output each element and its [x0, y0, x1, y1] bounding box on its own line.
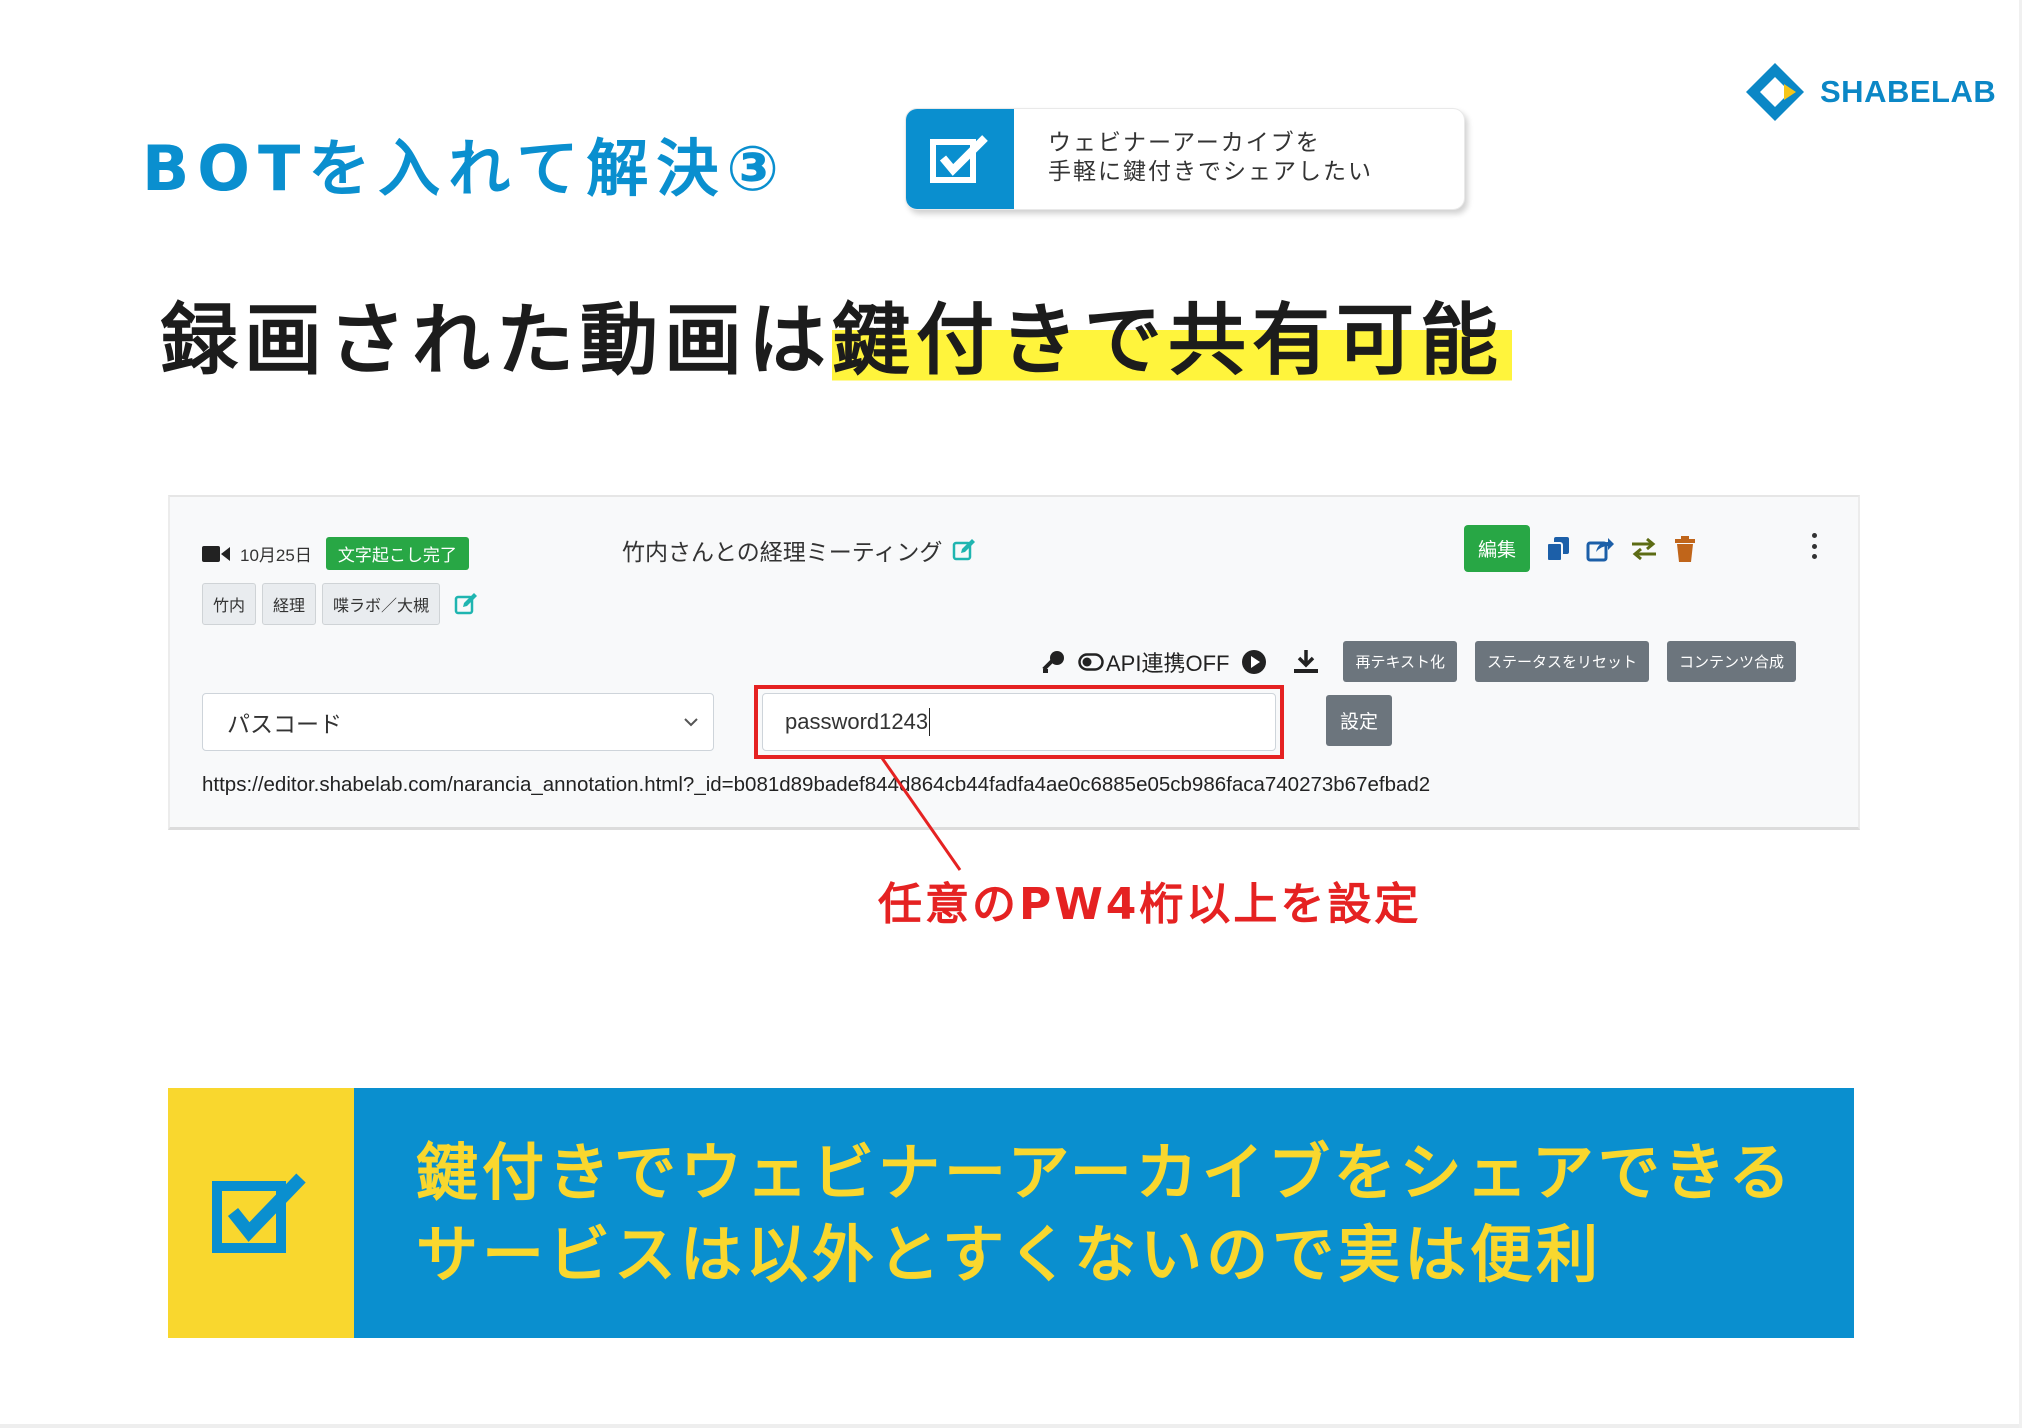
retext-button[interactable]: 再テキスト化	[1343, 641, 1458, 682]
toggle-icon[interactable]	[1078, 652, 1104, 671]
logo-diamond-icon	[1746, 63, 1804, 121]
meeting-title: 竹内さんとの経理ミーティング	[622, 533, 976, 567]
password-value: password1243	[785, 709, 929, 734]
banner-icon-cell	[168, 1088, 354, 1338]
video-camera-icon	[202, 545, 230, 562]
share-icon[interactable]	[1586, 536, 1615, 562]
tag-list: 竹内 経理 喋ラボ／大槻	[202, 583, 478, 625]
tag-line-1: ウェビナーアーカイブを	[1048, 130, 1321, 156]
status-badge: 文字起こし完了	[325, 537, 469, 570]
api-toggle-label: API連携OFF	[1106, 650, 1230, 676]
checkbox-icon	[212, 1173, 306, 1253]
banner-text: 鍵付きでウェビナーアーカイブをシェアできる サービスは以外とすくないので実は便利	[354, 1088, 1854, 1338]
play-icon[interactable]	[1241, 649, 1267, 675]
edit-button[interactable]: 編集	[1464, 525, 1531, 572]
share-mode-select[interactable]: パスコード	[202, 693, 714, 751]
callout-text: 任意のPW4桁以上を設定	[878, 879, 1422, 930]
banner-line-1: 鍵付きでウェビナーアーカイブをシェアできる	[416, 1136, 1795, 1209]
summary-banner: 鍵付きでウェビナーアーカイブをシェアできる サービスは以外とすくないので実は便利	[168, 1088, 1854, 1338]
recording-actions: 編集	[1464, 525, 1696, 572]
key-icon	[1042, 650, 1064, 673]
topic-tag: ウェビナーアーカイブを 手軽に鍵付きでシェアしたい	[905, 108, 1465, 210]
slide: SHABELAB BOTを入れて解決③ ウェビナーアーカイブを 手軽に鍵付きでシ…	[0, 0, 2022, 1428]
recording-meta: 10月25日 文字起こし完了	[202, 537, 469, 570]
trash-icon[interactable]	[1674, 535, 1696, 562]
text-caret	[929, 708, 931, 736]
compose-content-button[interactable]: コンテンツ合成	[1667, 641, 1797, 682]
meeting-title-text: 竹内さんとの経理ミーティング	[622, 539, 943, 565]
edit-tags-icon[interactable]	[454, 592, 478, 616]
password-input[interactable]: password1243	[762, 693, 1276, 751]
headline: 録画された動画は鍵付きで共有可能	[160, 278, 1513, 390]
brand-logo: SHABELAB	[1740, 58, 1996, 126]
slide-bottom-rule	[0, 1424, 2022, 1428]
copy-icon[interactable]	[1546, 536, 1570, 562]
headline-plain: 録画された動画は	[160, 296, 833, 386]
swap-icon[interactable]	[1630, 537, 1658, 561]
edit-title-icon[interactable]	[952, 538, 976, 562]
banner-line-2: サービスは以外とすくないので実は便利	[416, 1218, 1603, 1291]
recording-date: 10月25日	[240, 546, 312, 565]
more-vertical-icon[interactable]	[1810, 533, 1818, 559]
tag-icon-cell	[906, 109, 1014, 209]
tag-chip[interactable]: 喋ラボ／大槻	[322, 583, 441, 625]
download-icon[interactable]	[1291, 648, 1321, 676]
reset-status-button[interactable]: ステータスをリセット	[1475, 641, 1650, 682]
api-toggle[interactable]: API連携OFF	[1078, 646, 1229, 678]
section-title: BOTを入れて解決③	[142, 132, 787, 205]
headline-highlight: 鍵付きで共有可能	[832, 296, 1513, 386]
checkbox-icon	[930, 135, 988, 183]
share-mode-value: パスコード	[227, 711, 342, 737]
tag-chip[interactable]: 竹内	[202, 583, 257, 625]
tag-text: ウェビナーアーカイブを 手軽に鍵付きでシェアしたい	[1014, 109, 1373, 209]
recording-toolbar: API連携OFF 再テキスト化 ステータスをリセット コンテンツ合成	[1040, 641, 1797, 682]
share-url[interactable]: https://editor.shabelab.com/narancia_ann…	[202, 773, 1430, 797]
tag-line-2: 手軽に鍵付きでシェアしたい	[1048, 159, 1373, 185]
logo-text: SHABELAB	[1820, 74, 1997, 109]
recording-card: 10月25日 文字起こし完了 竹内さんとの経理ミーティング 竹内 経理 喋ラボ／…	[168, 495, 1860, 830]
chevron-down-icon	[684, 718, 698, 727]
tag-chip[interactable]: 経理	[262, 583, 317, 625]
set-password-button[interactable]: 設定	[1326, 695, 1393, 746]
